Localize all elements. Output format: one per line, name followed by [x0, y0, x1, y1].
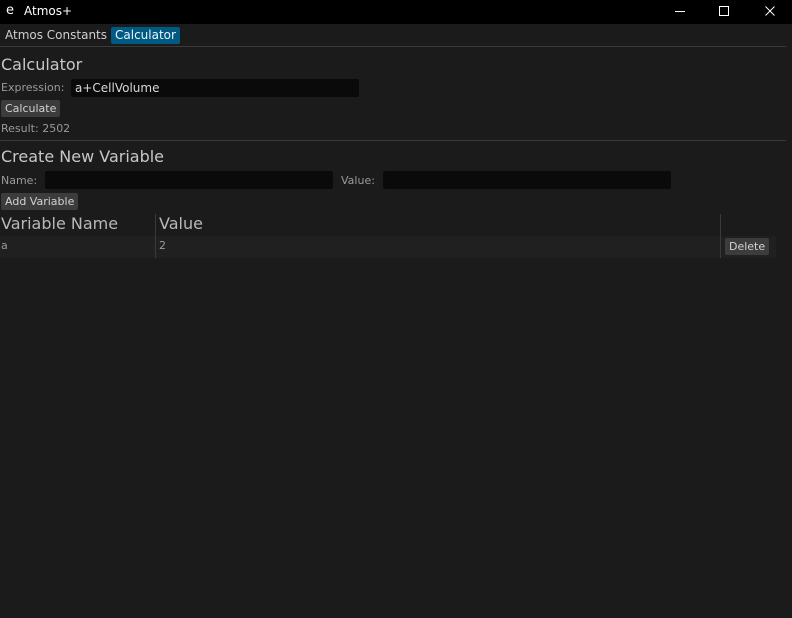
- expression-input[interactable]: a+CellVolume: [71, 79, 359, 97]
- create-variable-heading: Create New Variable: [1, 147, 165, 166]
- window-title: Atmos+: [24, 4, 73, 18]
- maximize-button[interactable]: [702, 0, 746, 22]
- title-bar[interactable]: e Atmos+: [0, 0, 792, 24]
- close-icon: [764, 5, 776, 17]
- name-label: Name:: [1, 174, 38, 187]
- value-input[interactable]: [383, 171, 671, 189]
- minimize-icon: [674, 5, 686, 17]
- menu-bar: Atmos Constants Calculator: [0, 24, 792, 46]
- maximize-icon: [718, 5, 730, 17]
- section-separator: [0, 140, 786, 141]
- variable-value-cell: 2: [159, 239, 166, 252]
- table-row: a 2 Delete: [0, 236, 776, 258]
- column-divider[interactable]: [155, 214, 156, 258]
- close-button[interactable]: [748, 0, 792, 22]
- value-label: Value:: [341, 174, 375, 187]
- calculator-heading: Calculator: [1, 55, 83, 74]
- minimize-button[interactable]: [658, 0, 702, 22]
- tab-atmos-constants[interactable]: Atmos Constants: [1, 27, 111, 44]
- variable-name-cell: a: [1, 239, 8, 252]
- app-icon: e: [6, 3, 14, 18]
- app-window: e Atmos+ Atmos Constants Calculator Calc…: [0, 0, 792, 618]
- column-header-variable-name: Variable Name: [1, 214, 119, 233]
- result-text: Result: 2502: [1, 122, 71, 135]
- delete-button[interactable]: Delete: [725, 238, 770, 255]
- add-variable-button[interactable]: Add Variable: [1, 193, 79, 210]
- column-header-value: Value: [159, 214, 203, 233]
- expression-label: Expression:: [1, 81, 65, 94]
- calculate-button[interactable]: Calculate: [1, 100, 61, 117]
- name-input[interactable]: [45, 171, 333, 189]
- tab-calculator[interactable]: Calculator: [111, 27, 180, 44]
- column-divider[interactable]: [720, 214, 721, 258]
- menu-separator: [0, 46, 786, 47]
